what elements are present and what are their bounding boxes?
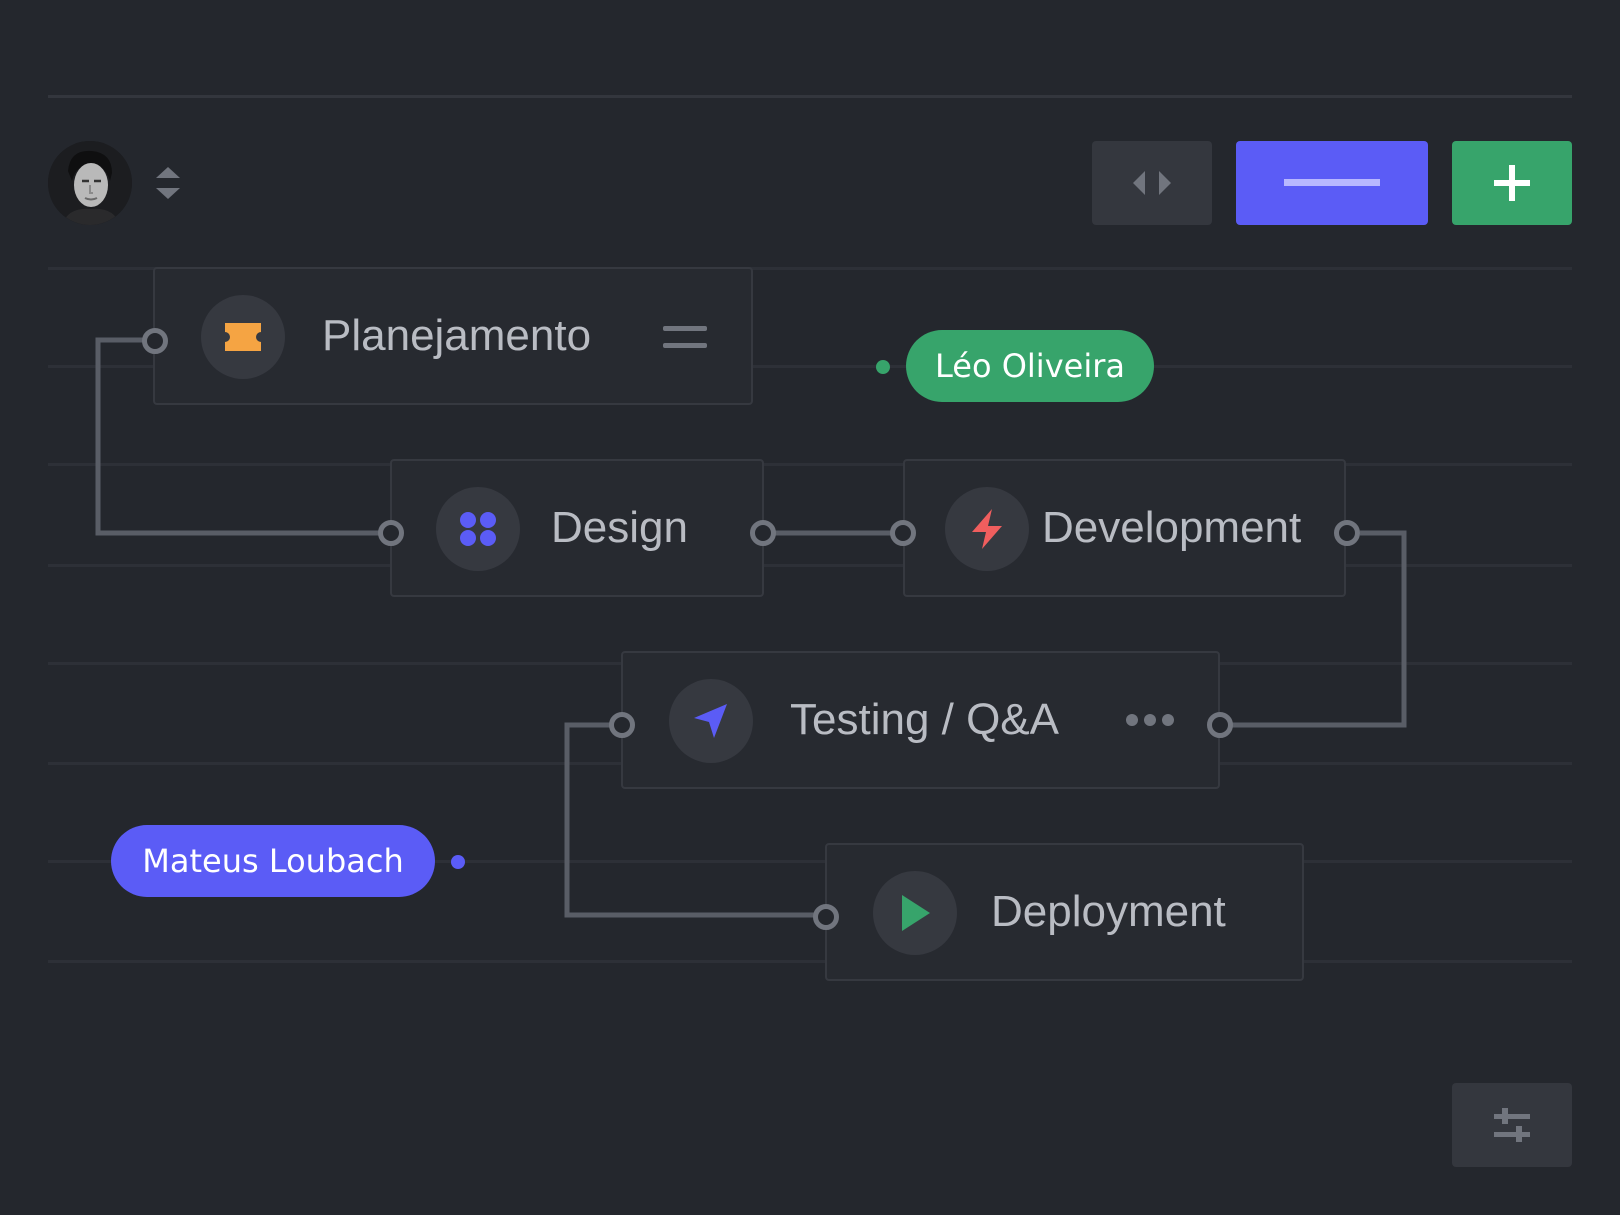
node-label: Planejamento — [322, 311, 592, 360]
node-icon-container — [436, 487, 520, 571]
node-port[interactable] — [813, 904, 839, 930]
node-port[interactable] — [750, 520, 776, 546]
node-icon-container — [873, 871, 957, 955]
plus-icon — [1494, 165, 1530, 201]
node-port[interactable] — [1334, 520, 1360, 546]
code-arrows-icon — [1133, 171, 1171, 195]
settings-button[interactable] — [1452, 1083, 1572, 1167]
node-label: Testing / Q&A — [790, 695, 1060, 744]
node-port[interactable] — [1207, 712, 1233, 738]
sort-toggle[interactable] — [152, 163, 184, 203]
node-port[interactable] — [378, 520, 404, 546]
play-icon — [902, 895, 930, 931]
grid-dots-icon — [460, 512, 496, 546]
user-tag-leo: Léo Oliveira — [906, 330, 1154, 402]
node-port[interactable] — [142, 328, 168, 354]
more-dots-icon[interactable] — [1125, 713, 1175, 727]
node-label: Design — [551, 503, 688, 552]
node-port[interactable] — [609, 712, 635, 738]
node-icon-container — [201, 295, 285, 379]
node-deployment[interactable]: Deployment — [825, 843, 1304, 981]
node-testing[interactable]: Testing / Q&A — [621, 651, 1220, 789]
user-tag-mateus: Mateus Loubach — [111, 825, 435, 897]
sliders-icon — [1494, 1108, 1530, 1142]
user-cursor-dot — [876, 360, 890, 374]
zoom-out-button[interactable] — [1236, 141, 1428, 225]
toggle-view-button[interactable] — [1092, 141, 1212, 225]
sort-up-down-icon — [156, 167, 180, 199]
minus-icon — [1284, 179, 1380, 186]
node-icon-container — [669, 679, 753, 763]
ticket-icon — [225, 323, 261, 351]
node-planejamento[interactable]: Planejamento — [153, 267, 753, 405]
lightning-icon — [972, 509, 1002, 549]
menu-icon[interactable] — [663, 324, 707, 352]
user-cursor-dot — [451, 855, 465, 869]
node-development[interactable]: Development — [903, 459, 1346, 597]
node-label: Deployment — [991, 887, 1226, 936]
add-node-button[interactable] — [1452, 141, 1572, 225]
node-port[interactable] — [890, 520, 916, 546]
user-avatar[interactable] — [48, 141, 132, 225]
node-label: Development — [1042, 503, 1302, 552]
node-design[interactable]: Design — [390, 459, 764, 597]
node-icon-container — [945, 487, 1029, 571]
navigation-arrow-icon — [694, 704, 727, 738]
